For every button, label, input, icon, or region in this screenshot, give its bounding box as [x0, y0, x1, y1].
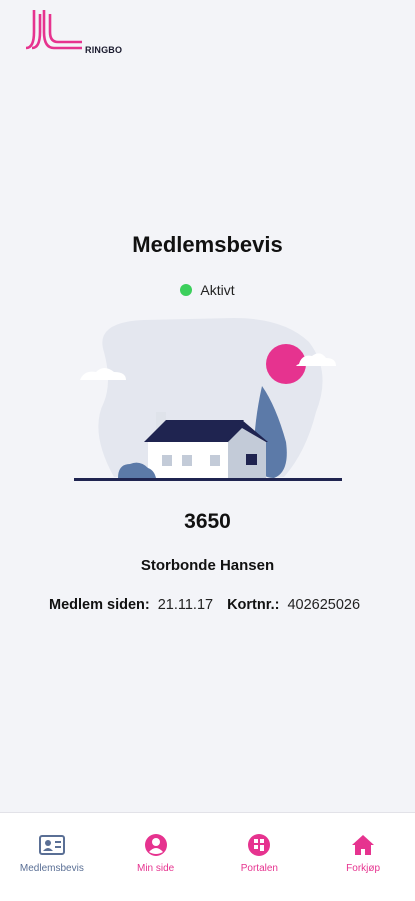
nav-item-medlemsbevis[interactable]: Medlemsbevis: [2, 813, 102, 874]
nav-item-forkjop[interactable]: Forkjøp: [313, 813, 413, 874]
user-icon: [143, 833, 169, 857]
member-number: 3650: [184, 510, 231, 533]
member-since-value: 21.11.17: [157, 597, 214, 613]
member-info-row: Medlem siden: 21.11.17 Kortnr.: 40262502…: [0, 597, 415, 613]
bottom-nav: Medlemsbevis Min side Portalen Forkjøp: [0, 812, 415, 901]
card-number-label: Kortnr.:: [227, 597, 280, 613]
nav-item-min-side[interactable]: Min side: [106, 813, 206, 874]
logo-text: RINGBO: [85, 45, 123, 55]
nav-label-portalen: Portalen: [240, 863, 278, 874]
member-since-label: Medlem siden:: [48, 597, 150, 613]
home-icon: [350, 833, 376, 857]
card-number-value: 402625026: [287, 597, 361, 613]
status-dot-icon: [180, 284, 193, 296]
member-name: Storbonde Hansen: [140, 557, 275, 574]
header: RINGBO: [24, 8, 144, 58]
page-title: Medlemsbevis: [132, 232, 283, 257]
portal-icon: [246, 833, 272, 857]
nav-item-portalen[interactable]: Portalen: [209, 813, 309, 874]
ringbo-logo-icon: [25, 10, 82, 50]
nav-label-min-side: Min side: [137, 863, 175, 874]
nav-label-medlemsbevis: Medlemsbevis: [19, 863, 84, 874]
nav-label-forkjop: Forkjøp: [346, 863, 381, 874]
status-text: Aktivt: [200, 282, 235, 298]
status-badge: Aktivt: [0, 282, 415, 298]
id-card-icon: [38, 833, 65, 857]
house-illustration: [74, 318, 342, 481]
